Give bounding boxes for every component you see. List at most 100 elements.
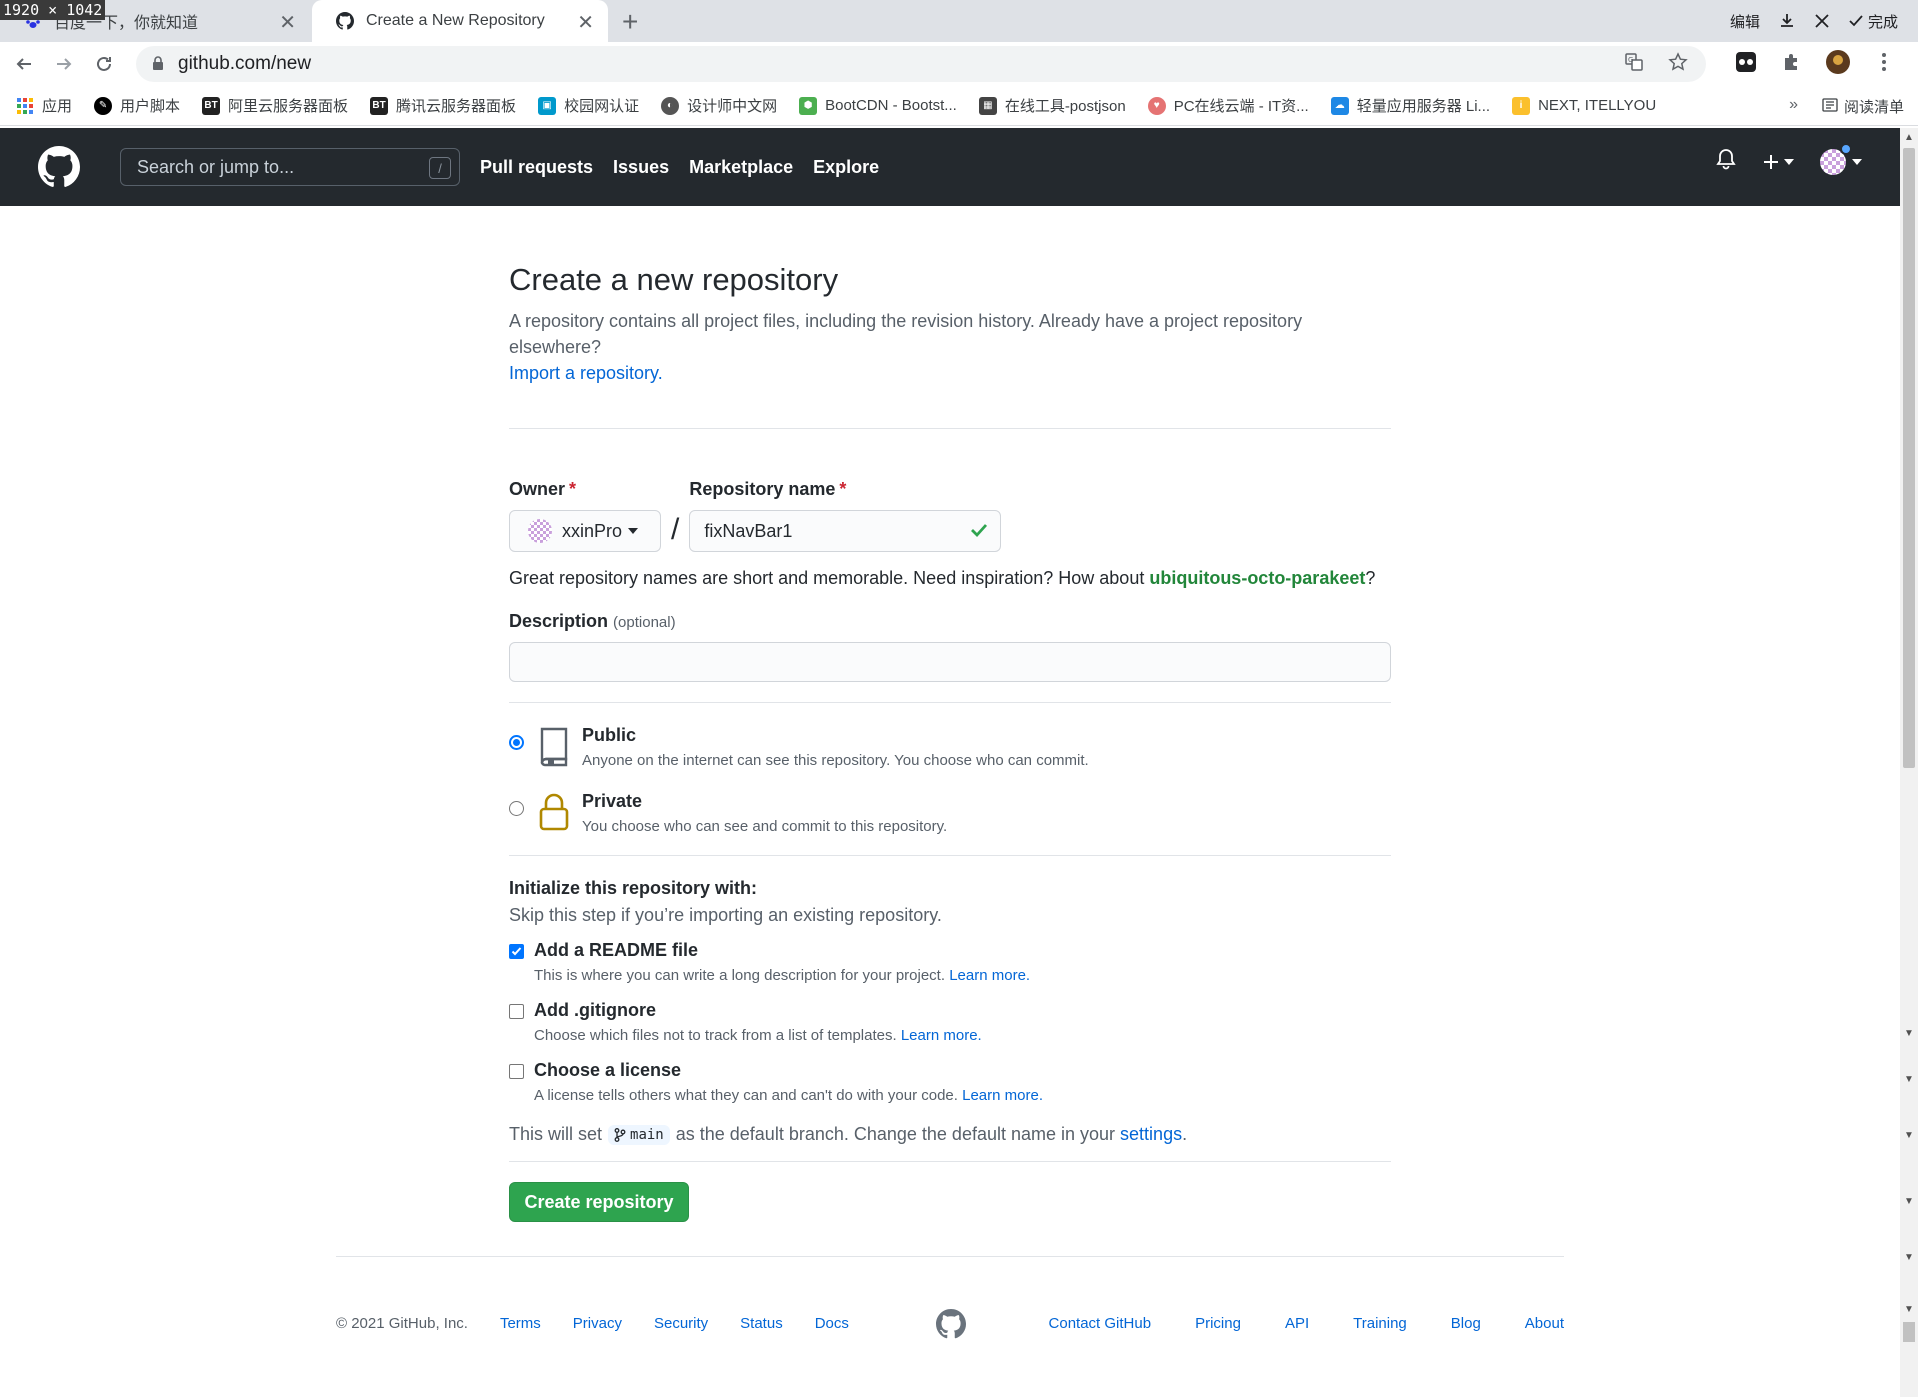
page-footer: © 2021 GitHub, Inc. Terms Privacy Securi… [336,1256,1564,1356]
bookmark-item[interactable]: ▣ 校园网认证 [538,95,639,116]
bookmark-item[interactable]: ♥ PC在线云端 - IT资... [1147,95,1309,116]
bookmark-item[interactable]: ▦ 在线工具-postjson [978,95,1126,116]
reading-list-icon [1822,97,1838,117]
footer-link-api[interactable]: API [1285,1315,1309,1332]
bookmark-item[interactable]: ◐ 设计师中文网 [661,95,777,116]
bookmark-star-icon[interactable] [1668,52,1688,77]
github-search-input[interactable]: Search or jump to... / [120,148,460,186]
footer-link-pricing[interactable]: Pricing [1195,1315,1241,1332]
translate-icon[interactable]: G [1624,52,1644,77]
forward-arrow-icon[interactable] [44,44,84,84]
bookmark-item[interactable]: ✎ 用户脚本 [94,95,180,116]
bookmark-item[interactable]: BT 阿里云服务器面板 [202,95,348,116]
bookmarks-overflow-button[interactable]: » [1789,96,1798,114]
reload-icon[interactable] [84,44,124,84]
address-bar[interactable]: github.com/new G [136,46,1706,82]
github-logo-icon[interactable] [38,146,80,188]
scroll-down-arrow-icon[interactable]: ▼ [1904,1196,1914,1207]
readme-option[interactable]: Add a README file This is where you can … [509,940,1391,984]
footer-link-terms[interactable]: Terms [500,1315,541,1332]
bookmark-item[interactable]: i NEXT, ITELLYOU [1512,96,1656,115]
footer-link-blog[interactable]: Blog [1451,1315,1481,1332]
owner-select[interactable]: xxinPro [509,510,661,552]
profile-avatar-icon[interactable] [1824,48,1852,76]
scroll-down-arrow-icon[interactable]: ▼ [1904,1074,1914,1085]
visibility-public-option[interactable]: Public Anyone on the internet can see th… [509,725,1391,769]
owner-label: Owner * [509,479,577,499]
nav-issues[interactable]: Issues [613,157,669,178]
itellyou-icon: i [1512,96,1531,115]
lock-icon [539,793,569,831]
done-button[interactable]: 完成 [1848,11,1898,32]
bookmark-item[interactable]: ⬢ BootCDN - Bootst... [799,96,957,115]
footer-link-about[interactable]: About [1525,1315,1564,1332]
gitignore-checkbox[interactable] [509,1004,524,1019]
scroll-down-arrow-icon[interactable]: ▼ [1904,1028,1914,1039]
nav-pull-requests[interactable]: Pull requests [480,157,593,178]
close-tab-icon[interactable]: ✕ [577,10,594,35]
page-scrollbar[interactable]: ▲ ▼ ▼ ▼ ▼ ▼ ▼ [1900,128,1918,1397]
scroll-down-arrow-icon[interactable]: ▼ [1904,1130,1914,1141]
create-new-dropdown[interactable] [1762,153,1794,171]
github-logo-icon[interactable] [936,1309,966,1339]
nav-explore[interactable]: Explore [813,157,879,178]
license-title: Choose a license [534,1060,682,1080]
license-learn-more-link[interactable]: Learn more. [962,1087,1043,1104]
visibility-private-option[interactable]: Private You choose who can see and commi… [509,791,1391,835]
repo-name-input[interactable]: fixNavBar1 [689,510,1002,552]
bookmark-item[interactable]: ☁ 轻量应用服务器 Li... [1330,95,1490,116]
scrollbar-thumb[interactable] [1903,148,1915,768]
bookmark-item[interactable]: 应用 [16,95,72,116]
private-radio[interactable] [509,801,524,816]
edit-button[interactable]: 编辑 [1730,11,1760,32]
back-arrow-icon[interactable] [4,44,44,84]
notifications-bell-icon[interactable] [1716,148,1736,176]
footer-left-links: © 2021 GitHub, Inc. Terms Privacy Securi… [336,1315,849,1332]
scrollbar-thumb-secondary[interactable] [1903,1322,1915,1342]
nav-marketplace[interactable]: Marketplace [689,157,793,178]
svg-text:G: G [1628,56,1633,64]
scroll-up-arrow-icon[interactable]: ▲ [1904,132,1914,143]
description-label: Description (optional) [509,611,676,631]
bookmark-item[interactable]: BT 腾讯云服务器面板 [370,95,516,116]
page-subtitle: A repository contains all project files,… [509,311,1303,383]
checkmark-icon [511,947,522,956]
create-repository-button[interactable]: Create repository [509,1182,689,1222]
close-window-icon[interactable] [1814,13,1830,29]
import-repository-link[interactable]: Import a repository. [509,363,663,383]
footer-link-training[interactable]: Training [1353,1315,1407,1332]
browser-tab-github[interactable]: Create a New Repository ✕ [312,0,608,42]
extension-mask-icon[interactable] [1732,48,1760,76]
extensions-puzzle-icon[interactable] [1778,48,1806,76]
footer-link-status[interactable]: Status [740,1315,783,1332]
close-tab-icon[interactable]: ✕ [279,10,296,35]
gitignore-learn-more-link[interactable]: Learn more. [901,1027,982,1044]
footer-link-contact[interactable]: Contact GitHub [1049,1315,1152,1332]
header-actions [1716,143,1862,176]
footer-link-docs[interactable]: Docs [815,1315,849,1332]
lock-icon [152,55,164,73]
scroll-down-arrow-icon[interactable]: ▼ [1904,1252,1914,1263]
public-text: Public Anyone on the internet can see th… [582,725,1089,769]
bt-icon: BT [370,96,389,115]
footer-link-security[interactable]: Security [654,1315,708,1332]
settings-link[interactable]: settings [1120,1124,1182,1145]
footer-link-privacy[interactable]: Privacy [573,1315,622,1332]
description-input[interactable] [509,642,1391,682]
readme-checkbox[interactable] [509,944,524,959]
download-icon[interactable] [1778,12,1796,30]
readme-learn-more-link[interactable]: Learn more. [949,967,1030,984]
new-tab-plus-icon[interactable]: + [622,6,638,38]
gitignore-option[interactable]: Add .gitignore Choose which files not to… [509,1000,1391,1044]
license-checkbox[interactable] [509,1064,524,1079]
license-option[interactable]: Choose a license A license tells others … [509,1060,1391,1104]
public-radio[interactable] [509,735,524,750]
browser-menu-kebab-icon[interactable] [1870,48,1898,76]
name-suggestion-link[interactable]: ubiquitous-octo-parakeet [1149,568,1365,588]
scroll-down-arrow-icon[interactable]: ▼ [1904,1304,1914,1315]
reading-list-button[interactable]: 阅读清单 [1822,96,1904,117]
github-octocat-icon [336,12,354,30]
user-menu-dropdown[interactable] [1820,143,1862,175]
new-repository-form: Create a new repository A repository con… [509,206,1391,1222]
owner-field: Owner * xxinPro [509,479,661,552]
